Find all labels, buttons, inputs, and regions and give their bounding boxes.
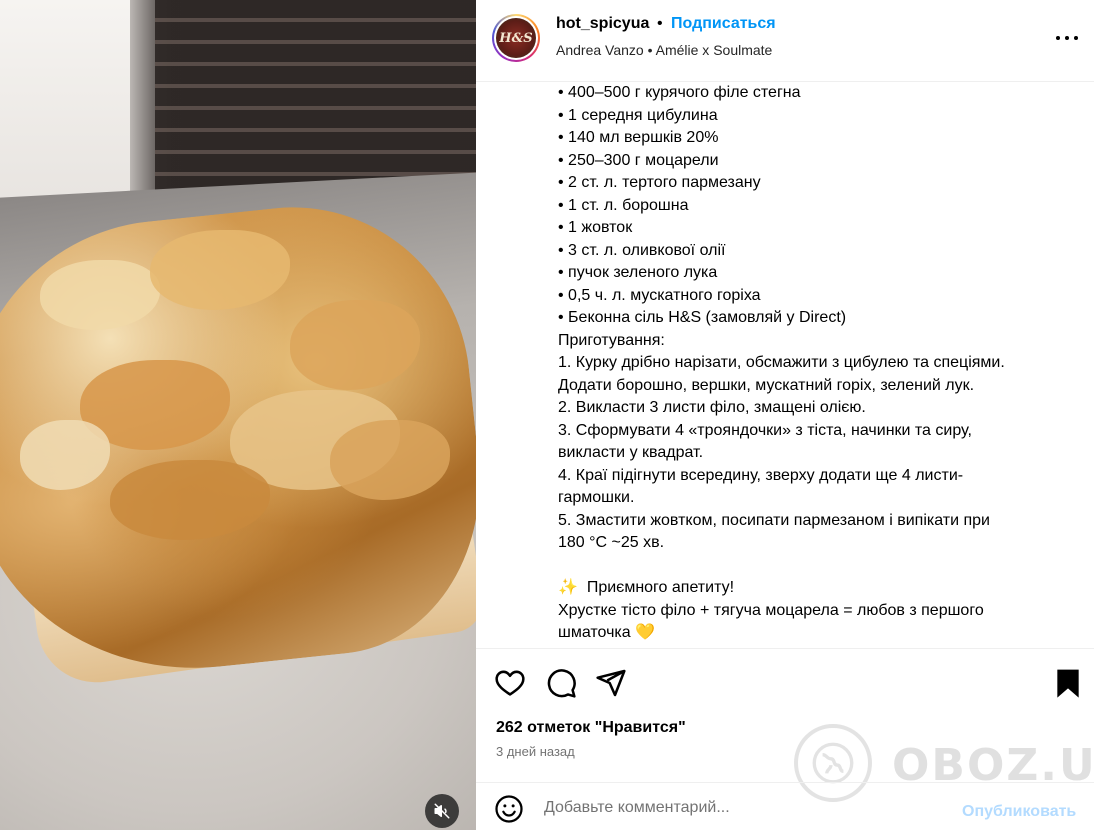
caption-line: 2. Викласти 3 листи філо, змащені олією. <box>558 399 866 416</box>
caption-line: • 250–300 г моцарели <box>558 151 719 169</box>
caption-line: Хрустке тісто філо + тягуча моцарела = л… <box>558 601 984 619</box>
caption-line: 180 °С ~25 хв. <box>558 534 665 551</box>
comment-bar: Опубликовать <box>476 782 1094 830</box>
caption-line: • 2 ст. л. тертого пармезану <box>558 174 761 191</box>
more-dot <box>1065 36 1069 40</box>
bookmark-icon <box>1057 669 1079 698</box>
caption-line: • 3 ст. л. оливкової олії <box>558 241 726 259</box>
post-panel: H&S hot_spicyua • Подписаться Andrea Van… <box>476 0 1094 830</box>
caption-line: • 1 ст. л. борошна <box>558 196 689 214</box>
comment-input[interactable] <box>544 796 944 820</box>
caption-line <box>558 555 1058 578</box>
caption-line: • Беконна сіль H&S (замовляй у Direct) <box>558 309 847 326</box>
username-link[interactable]: hot_spicyua <box>556 15 649 33</box>
caption-line: Додати борошно, вершки, мускатний горіх,… <box>558 376 975 394</box>
post-comment-button[interactable]: Опубликовать <box>962 803 1076 821</box>
avatar-border: H&S <box>494 16 538 60</box>
caption-line: Приготування: <box>558 331 665 349</box>
caption-line: • 0,5 ч. л. мускатного горіха <box>558 286 761 304</box>
caption-line: 3. Сформувати 4 «трояндочки» з тіста, на… <box>558 421 972 439</box>
avatar-image: H&S <box>496 18 536 58</box>
emoji-icon <box>495 795 523 823</box>
audio-artist: Andrea Vanzo <box>556 42 644 58</box>
share-icon <box>596 669 626 697</box>
caption-line: ✨ Приємного апетиту! <box>558 579 735 596</box>
caption-line: шматочка 💛 <box>558 624 656 641</box>
heart-icon <box>495 670 525 696</box>
comment-button[interactable] <box>545 667 577 699</box>
caption-line: викласти у квадрат. <box>558 444 704 461</box>
audio-attribution[interactable]: Andrea Vanzo • Amélie x Soulmate <box>556 42 772 58</box>
post-media[interactable] <box>0 0 476 830</box>
avatar-logo-text: H&S <box>499 30 533 46</box>
likes-count[interactable]: 262 отметок "Нравится" <box>496 719 686 737</box>
post-timestamp[interactable]: 3 дней назад <box>496 744 575 759</box>
caption-line: гармошки. <box>558 489 635 506</box>
post-header: H&S hot_spicyua • Подписаться Andrea Van… <box>476 0 1094 82</box>
caption-line: • пучок зеленого лука <box>558 264 718 281</box>
more-options-icon[interactable] <box>1052 26 1082 50</box>
volume-muted-icon <box>434 803 450 819</box>
caption-line: 5. Змастити жовтком, посипати пармезаном… <box>558 511 990 529</box>
follow-button[interactable]: Подписаться <box>671 15 776 33</box>
caption-line: • 140 мл вершків 20% <box>558 129 719 146</box>
audio-separator: • <box>647 42 653 58</box>
caption-line: • 1 жовток <box>558 219 633 236</box>
emoji-button[interactable] <box>494 794 524 824</box>
share-button[interactable] <box>595 667 627 699</box>
header-separator: • <box>657 15 663 32</box>
action-bar <box>476 648 1094 718</box>
avatar[interactable]: H&S <box>492 14 540 62</box>
save-button[interactable] <box>1052 667 1084 699</box>
caption-line: • 1 середня цибулина <box>558 106 718 124</box>
caption-line: 1. Курку дрібно нарізати, обсмажити з ци… <box>558 354 1005 371</box>
mute-button[interactable] <box>425 794 459 828</box>
audio-track: Amélie x Soulmate <box>655 42 773 58</box>
like-button[interactable] <box>494 667 526 699</box>
post-caption: • 400–500 г курячого філе стегна • 1 сере… <box>558 82 1058 648</box>
comment-icon <box>547 669 576 698</box>
caption-line: 4. Краї підігнути всередину, зверху дода… <box>558 466 964 484</box>
more-dot <box>1056 36 1060 40</box>
caption-line: • 400–500 г курячого філе стегна <box>558 84 801 101</box>
more-dot <box>1074 36 1078 40</box>
